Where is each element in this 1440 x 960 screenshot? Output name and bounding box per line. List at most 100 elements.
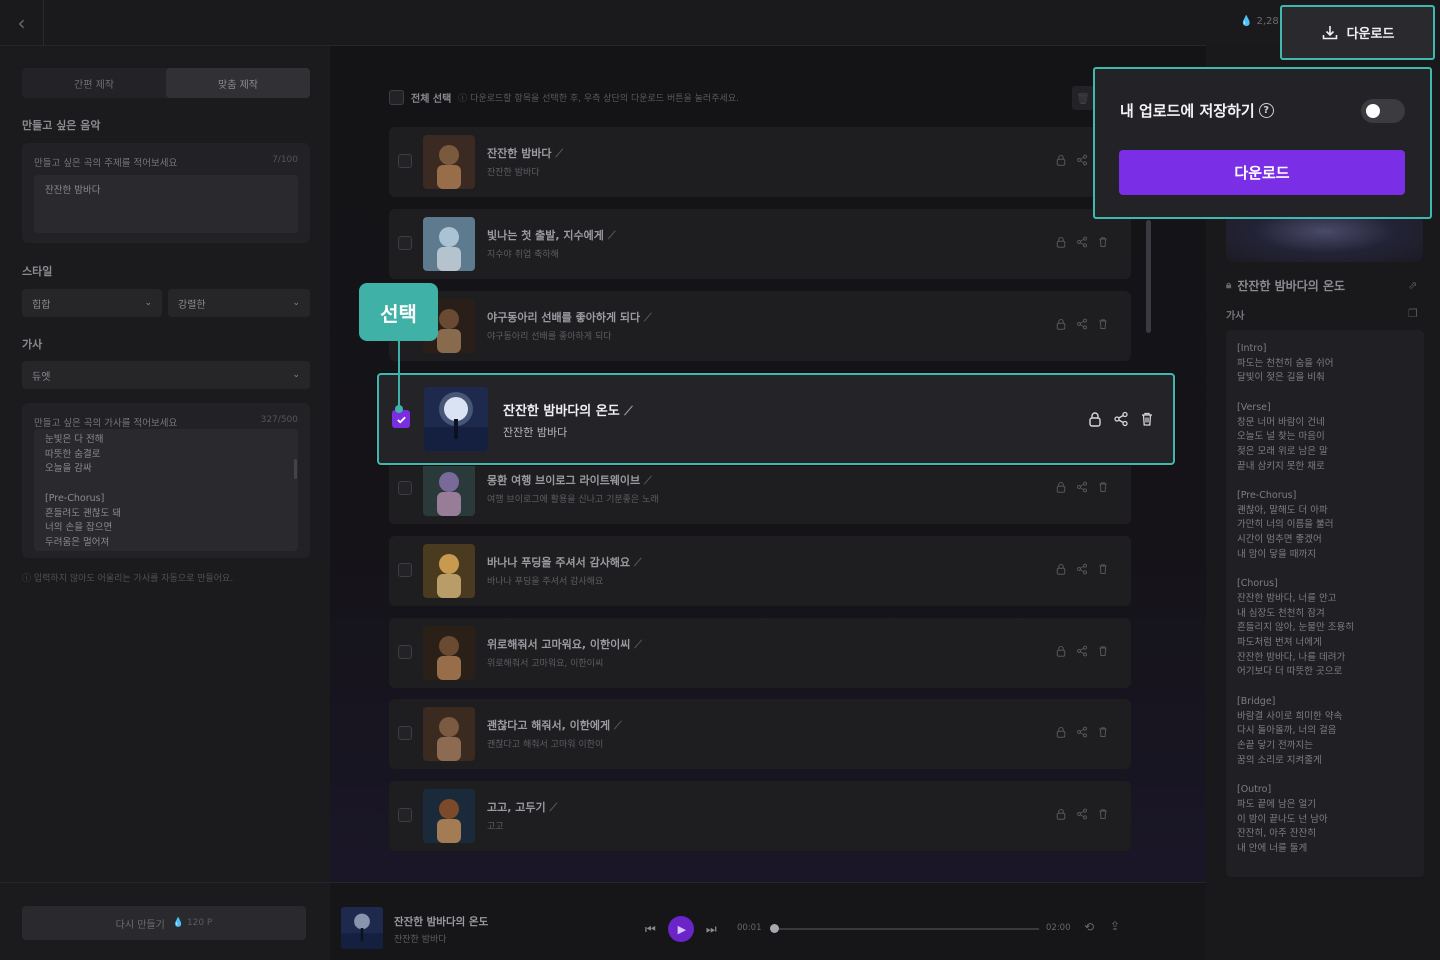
tab-custom[interactable]: 맞춤 제작	[166, 68, 310, 98]
share-icon[interactable]	[1076, 563, 1088, 575]
song-checkbox-checked[interactable]	[392, 410, 410, 428]
lock-icon[interactable]	[1055, 726, 1067, 738]
lyrics-display: [Intro] 파도는 천천히 숨을 쉬어 달빛이 젖은 길을 비춰 [Vers…	[1226, 330, 1424, 877]
lock-icon[interactable]	[1055, 318, 1067, 330]
chevron-down-icon: ⌄	[292, 298, 300, 308]
save-upload-toggle[interactable]	[1361, 99, 1405, 123]
song-card[interactable]: 바나나 푸딩을 주셔서 감사해요 ⟋ 바나나 푸딩을 주셔서 감사해요	[389, 536, 1131, 606]
lyrics-type-select[interactable]: 듀엣 ⌄	[22, 361, 310, 389]
share-out-icon[interactable]: ⇗	[1408, 279, 1417, 292]
export-icon[interactable]: ⇪	[1110, 919, 1120, 933]
next-icon[interactable]: ⏭	[706, 922, 717, 937]
copy-icon[interactable]: ❐	[1408, 307, 1418, 320]
callout-line	[398, 341, 400, 409]
list-scrollbar[interactable]	[1146, 220, 1151, 333]
trash-icon[interactable]	[1097, 318, 1109, 330]
select-all-checkbox[interactable]	[389, 90, 404, 105]
lyrics-section-label: 가사	[22, 338, 43, 351]
share-icon[interactable]	[1076, 154, 1088, 166]
download-button[interactable]: 다운로드	[1280, 5, 1435, 60]
song-title: 잔잔한 밤바다 ⟋	[487, 145, 563, 161]
popup-download-button[interactable]: 다운로드	[1119, 150, 1405, 195]
edit-icon[interactable]: ⟋	[555, 147, 563, 160]
delete-selected-icon[interactable]: 🗑	[1072, 86, 1094, 110]
song-title: 바나나 푸딩을 주셔서 감사해요 ⟋	[487, 554, 642, 570]
song-card[interactable]: 빛나는 첫 출발, 지수에게 ⟋ 지수야 취업 축하해	[389, 209, 1131, 279]
right-song-title: 🔒︎ 잔잔한 밤바다의 온도	[1226, 277, 1345, 294]
song-card[interactable]: 잔잔한 밤바다 ⟋ 잔잔한 밤바다	[389, 127, 1131, 197]
style-select-mood[interactable]: 강렬한 ⌄	[168, 289, 310, 317]
song-checkbox[interactable]	[398, 808, 412, 822]
help-icon[interactable]: ?	[1258, 103, 1274, 118]
edit-icon[interactable]: ⟋	[614, 719, 622, 732]
song-subtitle: 잔잔한 밤바다	[503, 426, 568, 439]
edit-icon[interactable]: ⟋	[624, 404, 632, 418]
regenerate-cost: 💧 120 P	[172, 918, 213, 928]
previous-icon[interactable]: ⏮	[645, 922, 656, 937]
trash-icon[interactable]	[1097, 808, 1109, 820]
trash-icon[interactable]	[1097, 645, 1109, 657]
selected-song-card[interactable]: 잔잔한 밤바다의 온도 ⟋ 잔잔한 밤바다	[377, 373, 1175, 465]
song-checkbox[interactable]	[398, 236, 412, 250]
song-card[interactable]: 고고, 고두기 ⟋ 고고	[389, 781, 1131, 851]
song-card[interactable]: 야구동아리 선배를 좋아하게 되다 ⟋ 야구동아리 선배를 좋아하게 되다	[389, 291, 1131, 361]
trash-icon[interactable]	[1139, 411, 1155, 427]
song-card[interactable]: 위로해줘서 고마워요, 이한이씨 ⟋ 위로해줘서 고마워요, 이한이씨	[389, 618, 1131, 688]
share-icon[interactable]	[1076, 236, 1088, 248]
back-button[interactable]: ‹	[0, 0, 44, 46]
share-icon[interactable]	[1076, 318, 1088, 330]
lyrics-input[interactable]: 눈빛은 다 전해 따뜻한 숨결로 오늘을 감싸 [Pre-Chorus] 흔들려…	[34, 429, 298, 551]
player-controls: ⏮ ▶ ⏭	[645, 916, 717, 942]
edit-icon[interactable]: ⟋	[608, 229, 616, 242]
progress-knob[interactable]	[769, 924, 779, 933]
lock-icon[interactable]	[1055, 645, 1067, 657]
right-lyrics-label: 가사	[1226, 311, 1245, 322]
chevron-left-icon: ‹	[17, 11, 26, 35]
share-icon[interactable]	[1076, 726, 1088, 738]
repeat-icon[interactable]: ⟲	[1084, 920, 1094, 934]
style-select-genre[interactable]: 힙합 ⌄	[22, 289, 162, 317]
song-thumbnail	[423, 462, 475, 516]
lock-icon[interactable]	[1055, 154, 1067, 166]
share-icon[interactable]	[1076, 481, 1088, 493]
share-icon[interactable]	[1113, 411, 1129, 427]
music-section-label: 만들고 싶은 음악	[22, 119, 101, 132]
regenerate-button[interactable]: 다시 만들기 💧 120 P	[22, 906, 306, 940]
player-subtitle: 잔잔한 밤바다	[394, 935, 447, 945]
play-icon: ▶	[677, 922, 687, 936]
play-button[interactable]: ▶	[667, 916, 694, 942]
song-checkbox[interactable]	[398, 154, 412, 168]
lock-icon[interactable]	[1087, 411, 1103, 427]
edit-icon[interactable]: ⟋	[549, 801, 557, 814]
song-checkbox[interactable]	[398, 481, 412, 495]
song-title: 몽환 여행 브이로그 라이트웨이브 ⟋	[487, 472, 652, 488]
trash-icon[interactable]	[1097, 563, 1109, 575]
tab-easy[interactable]: 간편 제작	[22, 68, 166, 98]
edit-icon[interactable]: ⟋	[644, 474, 652, 487]
song-checkbox[interactable]	[398, 563, 412, 577]
lock-icon[interactable]	[1055, 481, 1067, 493]
share-icon[interactable]	[1076, 808, 1088, 820]
song-title-text: 바나나 푸딩을 주셔서 감사해요	[487, 556, 631, 569]
lock-icon[interactable]	[1055, 808, 1067, 820]
song-checkbox[interactable]	[398, 645, 412, 659]
trash-icon[interactable]	[1097, 726, 1109, 738]
select-all-label: 전체 선택	[411, 94, 452, 105]
theme-input[interactable]: 잔잔한 밤바다	[34, 175, 298, 233]
share-icon[interactable]	[1076, 645, 1088, 657]
edit-icon[interactable]: ⟋	[634, 556, 642, 569]
song-card[interactable]: 괜찮다고 해줘서, 이한에게 ⟋ 괜찮다고 해줘서 고마워 이한이	[389, 699, 1131, 769]
lock-icon[interactable]	[1055, 236, 1067, 248]
lock-icon[interactable]	[1055, 563, 1067, 575]
edit-icon[interactable]: ⟋	[644, 311, 652, 324]
edit-icon[interactable]: ⟋	[634, 638, 642, 651]
progress-track[interactable]	[771, 928, 1039, 930]
song-actions	[1055, 563, 1109, 575]
trash-icon[interactable]	[1097, 236, 1109, 248]
song-checkbox[interactable]	[398, 726, 412, 740]
theme-box: 만들고 싶은 곡의 주제를 적어보세요 7/100 잔잔한 밤바다	[22, 143, 310, 243]
lyrics-scrollbar[interactable]	[294, 459, 297, 479]
song-thumbnail	[423, 544, 475, 598]
player-title: 잔잔한 밤바다의 온도	[394, 916, 489, 928]
trash-icon[interactable]	[1097, 481, 1109, 493]
